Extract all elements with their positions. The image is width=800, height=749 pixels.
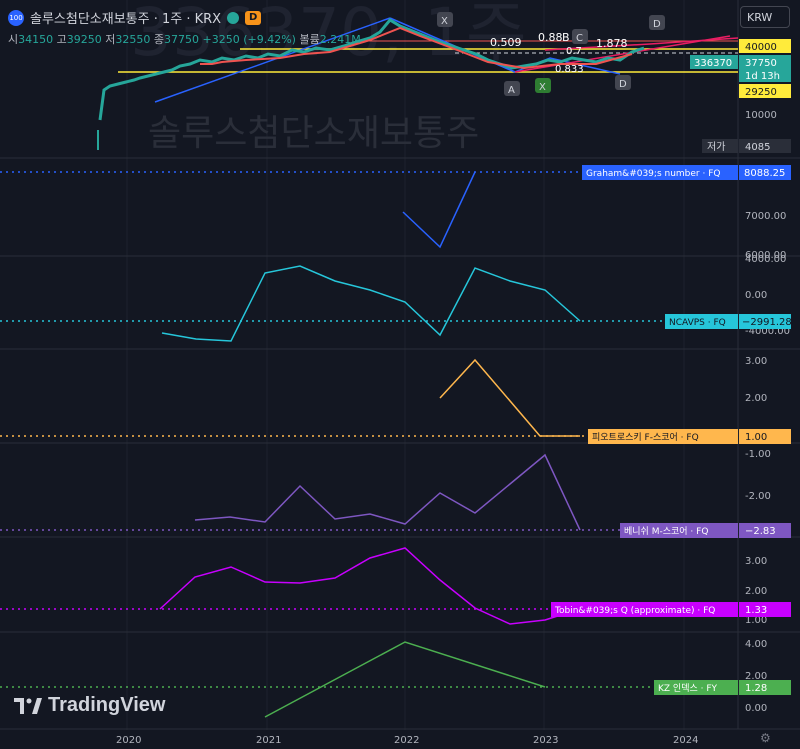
beneish-tick-1: -1.00 bbox=[745, 449, 771, 460]
pattern-point-b: B bbox=[562, 31, 570, 44]
currency-selector[interactable]: KRW bbox=[740, 6, 790, 28]
beneish-label: 베니쉬 M-스코어 · FQ bbox=[624, 526, 708, 537]
kz-tick-1: 4.00 bbox=[745, 639, 767, 650]
indicator-pane-ncavps[interactable]: 4000.00 0.00 -4000.00 NCAVPS · FQ −2991.… bbox=[0, 254, 792, 342]
high-value: 39250 bbox=[66, 33, 102, 46]
close-value: 37750 bbox=[164, 33, 199, 46]
time-label-2023: 2023 bbox=[533, 735, 558, 746]
chart-canvas[interactable]: 336370, 1주 솔루스첨단소재보통주 X D A X C D 0.509 bbox=[0, 0, 800, 749]
pattern-point-a: A bbox=[508, 85, 515, 96]
kz-label: KZ 인덱스 · FY bbox=[658, 683, 718, 694]
open-value: 34150 bbox=[18, 33, 54, 46]
close-label: 종 bbox=[153, 33, 164, 46]
indicator-pane-tobins-q[interactable]: 3.00 2.00 1.00 Tobin&#039;s Q (approxima… bbox=[0, 547, 791, 626]
pattern-point-x-top: X bbox=[441, 16, 448, 27]
beneish-value: −2.83 bbox=[745, 526, 776, 537]
tradingview-logo[interactable]: TradingView bbox=[14, 694, 165, 717]
indicator-pane-piotroski[interactable]: 3.00 2.00 피오트로스키 F-스코어 · FQ 1.00 bbox=[0, 356, 791, 444]
pattern-point-c: C bbox=[576, 33, 583, 44]
bar-timer-label: 1d 13h bbox=[745, 71, 780, 82]
ratio-label-2: 0.88 bbox=[538, 31, 563, 44]
time-label-2022: 2022 bbox=[394, 735, 419, 746]
volume-label: 볼륨 bbox=[299, 33, 320, 46]
market-status-icon bbox=[227, 11, 240, 24]
time-label-2020: 2020 bbox=[116, 735, 141, 746]
ratio-label-1: 0.509 bbox=[490, 36, 522, 49]
settings-gear-icon[interactable]: ⚙ bbox=[760, 731, 771, 745]
change-value: +3250 (+9.42%) bbox=[202, 33, 296, 46]
ncavps-tick-1: 4000.00 bbox=[745, 254, 786, 265]
price-label-40000: 40000 bbox=[745, 42, 777, 53]
open-label: 시 bbox=[8, 33, 19, 46]
piotroski-tick-1: 3.00 bbox=[745, 356, 767, 367]
piotroski-label: 피오트로스키 F-스코어 · FQ bbox=[592, 432, 699, 443]
graham-label: Graham&#039;s number · FQ bbox=[586, 169, 720, 179]
ratio-label-3: 0.7 bbox=[566, 46, 582, 57]
time-axis[interactable]: 2020 2021 2022 2023 2024 bbox=[116, 735, 698, 746]
symbol-title[interactable]: 솔루스첨단소재보통주 · 1주 · KRX bbox=[30, 8, 221, 27]
kz-value: 1.28 bbox=[745, 683, 767, 694]
tobins-tick-2: 2.00 bbox=[745, 586, 767, 597]
indicator-pane-beneish[interactable]: -1.00 -2.00 베니쉬 M-스코어 · FQ −2.83 bbox=[0, 449, 791, 538]
pattern-point-d-top: D bbox=[653, 19, 661, 30]
tradingview-logo-icon bbox=[14, 697, 42, 714]
price-axis[interactable]: 40000 336370 37750 1d 13h 29250 10000 저가… bbox=[690, 39, 791, 153]
kz-tick-3: 0.00 bbox=[745, 703, 767, 714]
tobins-value: 1.33 bbox=[745, 605, 767, 616]
low-label: 저 bbox=[105, 33, 116, 46]
beneish-tick-2: -2.00 bbox=[745, 491, 771, 502]
price-label-29250: 29250 bbox=[745, 87, 777, 98]
tobins-label: Tobin&#039;s Q (approximate) · FQ bbox=[554, 606, 715, 616]
low-tag: 저가 bbox=[707, 141, 725, 153]
graham-tick-1: 7000.00 bbox=[745, 211, 786, 222]
low-value: 32550 bbox=[115, 33, 151, 46]
pattern-point-d-bottom: D bbox=[619, 79, 627, 90]
low-value-label: 4085 bbox=[745, 142, 770, 153]
symbol-label: 336370 bbox=[694, 58, 732, 69]
logo-text: TradingView bbox=[48, 694, 166, 716]
tobins-tick-1: 3.00 bbox=[745, 556, 767, 567]
ncavps-value: −2991.28 bbox=[742, 317, 792, 328]
ratio-label-4: 1.878 bbox=[596, 37, 628, 50]
time-label-2024: 2024 bbox=[673, 735, 698, 746]
symbol-watermark: 솔루스첨단소재보통주 bbox=[148, 113, 479, 154]
price-tick-10000: 10000 bbox=[745, 110, 777, 121]
piotroski-value: 1.00 bbox=[745, 432, 767, 443]
symbol-header[interactable]: 100 솔루스첨단소재보통주 · 1주 · KRX D bbox=[8, 8, 262, 27]
volume-value: 2.241M bbox=[319, 33, 361, 46]
ratio-label-5: 0.833 bbox=[555, 64, 584, 75]
symbol-logo-badge: 100 bbox=[8, 9, 24, 26]
piotroski-tick-2: 2.00 bbox=[745, 393, 767, 404]
indicator-pane-graham[interactable]: 7000.00 6000.00 Graham&#039;s number · F… bbox=[0, 165, 791, 261]
time-label-2021: 2021 bbox=[256, 735, 281, 746]
last-price-label: 37750 bbox=[745, 58, 777, 69]
graham-value: 8088.25 bbox=[744, 168, 785, 179]
high-label: 고 bbox=[56, 33, 67, 46]
dividend-badge[interactable]: D bbox=[245, 10, 262, 25]
ncavps-label: NCAVPS · FQ bbox=[669, 318, 726, 328]
ohlc-legend: 시34150 고39250 저32550 종37750 +3250 (+9.42… bbox=[8, 31, 361, 47]
ncavps-tick-2: 0.00 bbox=[745, 290, 767, 301]
pattern-point-x-bottom: X bbox=[539, 82, 546, 93]
